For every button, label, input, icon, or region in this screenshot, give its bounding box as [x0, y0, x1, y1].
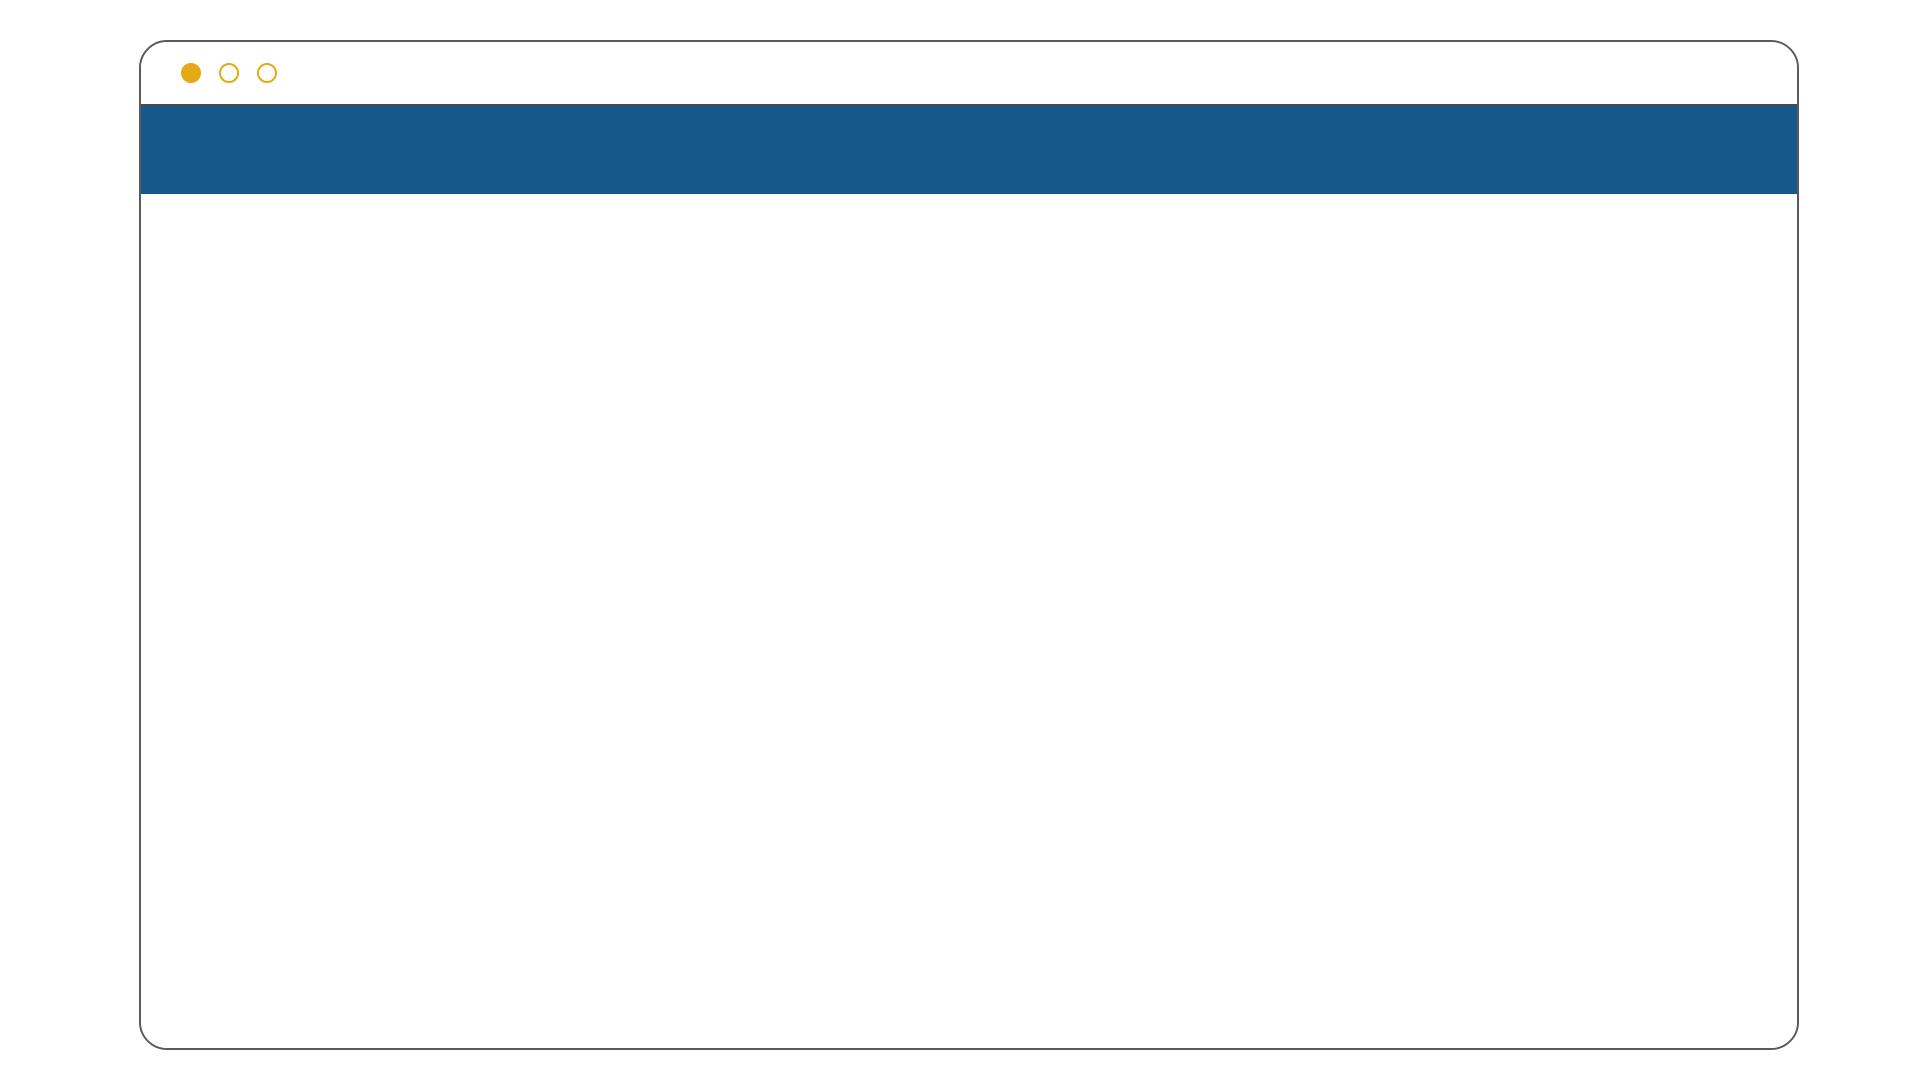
app-header: [141, 104, 1797, 194]
content-area: [141, 194, 1797, 1048]
title-bar: [141, 42, 1797, 104]
minimize-icon[interactable]: [219, 63, 239, 83]
browser-window: [139, 40, 1799, 1050]
maximize-icon[interactable]: [257, 63, 277, 83]
close-icon[interactable]: [181, 63, 201, 83]
